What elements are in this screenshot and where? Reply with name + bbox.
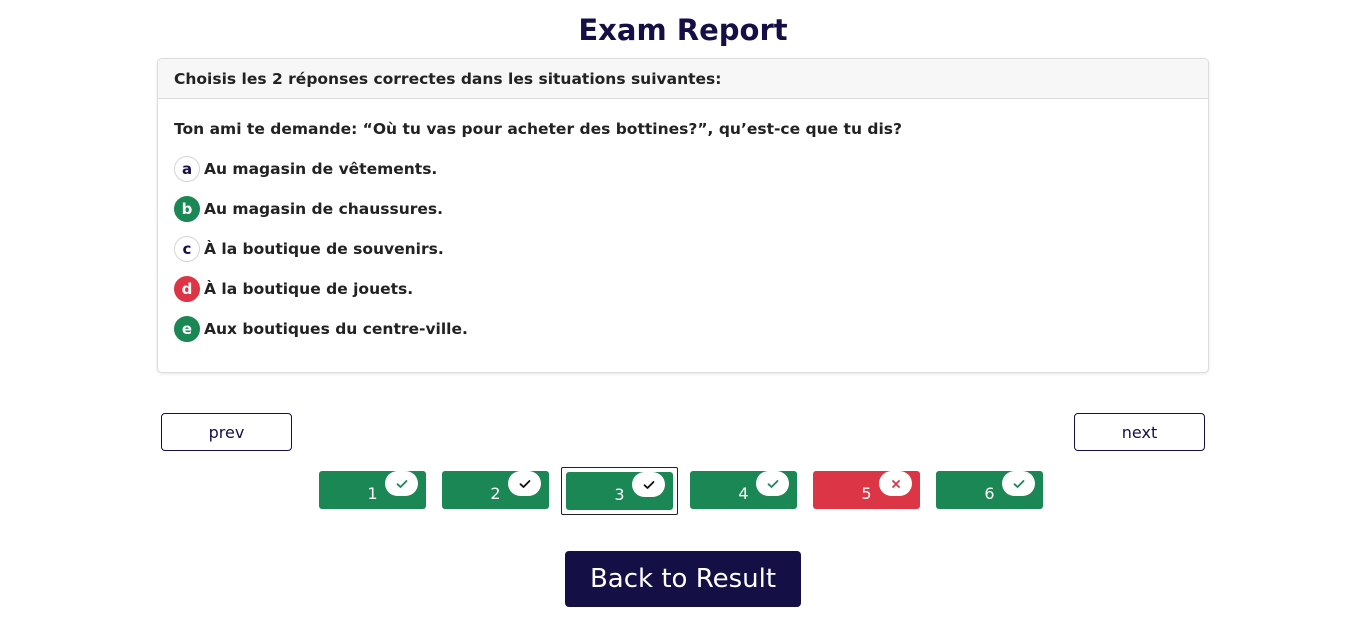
next-button[interactable]: next [1074, 413, 1205, 451]
question-instruction: Choisis les 2 réponses correctes dans le… [158, 59, 1208, 99]
question-number: 4 [738, 483, 749, 503]
question-number: 1 [367, 483, 378, 503]
question-nav-item-6: 6 [932, 467, 1049, 515]
prev-button[interactable]: prev [161, 413, 292, 451]
option-a: a Au magasin de vêtements. [174, 155, 437, 183]
option-letter-a: a [174, 156, 200, 182]
option-letter-c: c [174, 236, 200, 262]
x-icon [879, 471, 912, 496]
check-icon [632, 472, 665, 497]
back-to-result-button[interactable]: Back to Result [565, 551, 801, 607]
option-d: d À la boutique de jouets. [174, 275, 413, 303]
question-nav-item-1: 1 [315, 467, 432, 515]
question-card: Choisis les 2 réponses correctes dans le… [157, 58, 1209, 373]
question-nav-item-3: 3 [561, 467, 678, 515]
question-number: 2 [490, 483, 501, 503]
option-e: e Aux boutiques du centre-ville. [174, 315, 468, 343]
option-c: c À la boutique de souvenirs. [174, 235, 444, 263]
question-nav-item-4: 4 [686, 467, 803, 515]
option-text-d: À la boutique de jouets. [204, 280, 414, 298]
question-nav-button-3[interactable]: 3 [566, 472, 673, 510]
check-icon [756, 471, 789, 496]
option-letter-e: e [174, 316, 200, 342]
option-letter-b: b [174, 196, 200, 222]
question-nav-item-2: 2 [438, 467, 555, 515]
question-nav-item-5: 5 [809, 467, 926, 515]
check-icon [1002, 471, 1035, 496]
option-letter-d: d [174, 276, 200, 302]
question-number: 3 [614, 484, 625, 504]
option-text-e: Aux boutiques du centre-ville. [204, 320, 468, 338]
question-nav-button-1[interactable]: 1 [319, 471, 426, 509]
option-text-b: Au magasin de chaussures. [204, 200, 444, 218]
option-text-a: Au magasin de vêtements. [204, 160, 438, 178]
question-nav-button-2[interactable]: 2 [442, 471, 549, 509]
option-text-c: À la boutique de souvenirs. [204, 240, 444, 258]
question-number: 6 [984, 483, 995, 503]
check-icon [385, 471, 418, 496]
question-nav-button-5[interactable]: 5 [813, 471, 920, 509]
question-text: Ton ami te demande: “Où tu vas pour ache… [174, 120, 903, 138]
exam-report-page: Exam Report Choisis les 2 réponses corre… [0, 0, 1366, 639]
option-b: b Au magasin de chaussures. [174, 195, 443, 223]
check-icon [508, 471, 541, 496]
question-nav-button-4[interactable]: 4 [690, 471, 797, 509]
question-nav-button-6[interactable]: 6 [936, 471, 1043, 509]
question-number: 5 [861, 483, 872, 503]
page-title: Exam Report [578, 13, 788, 47]
